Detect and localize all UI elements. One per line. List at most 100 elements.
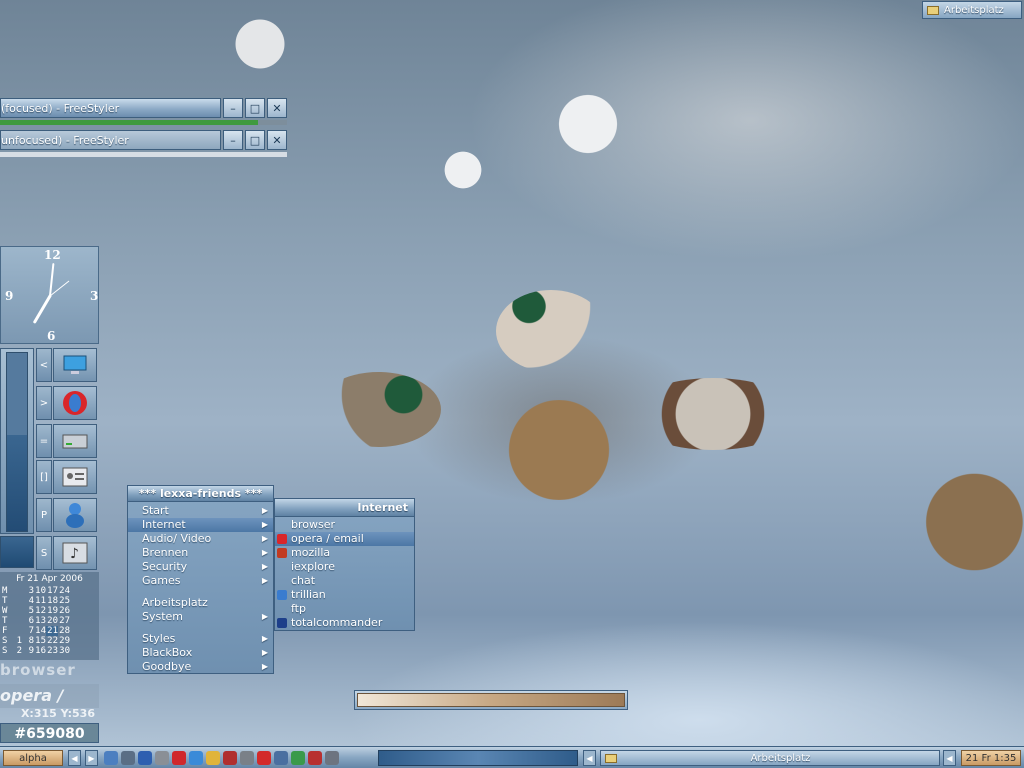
internet-menu-item[interactable]: totalcommander <box>275 616 414 630</box>
calendar-date[interactable]: 4 <box>22 596 34 606</box>
close-button[interactable]: ✕ <box>267 130 287 150</box>
calendar-date[interactable]: 21 <box>46 626 58 636</box>
workspace-label[interactable]: alpha <box>3 750 63 766</box>
calendar-date[interactable]: 25 <box>58 596 70 606</box>
start-menu-item[interactable]: Audio/ Video ▶ <box>128 532 273 546</box>
internet-menu-item[interactable]: ftp <box>275 602 414 616</box>
start-menu-item[interactable]: BlackBox ▶ <box>128 646 273 660</box>
start-menu-item[interactable]: Start ▶ <box>128 504 273 518</box>
calendar-date[interactable]: 24 <box>58 586 70 596</box>
color-hex-readout[interactable]: #659080 <box>0 723 99 743</box>
arbeitsplatz-desktop-button[interactable]: Arbeitsplatz <box>922 1 1022 19</box>
messenger-icon[interactable] <box>53 498 97 532</box>
dock-button-forward[interactable]: > <box>36 386 52 420</box>
calendar-date[interactable] <box>10 586 22 596</box>
calendar-date[interactable]: 29 <box>58 636 70 646</box>
start-menu-item[interactable]: Goodbye ▶ <box>128 660 273 674</box>
dock-button-p[interactable]: P <box>36 498 52 532</box>
contact-card-icon[interactable] <box>53 460 97 494</box>
internet-menu-item[interactable]: opera / email <box>275 532 414 546</box>
calendar-date[interactable]: 1 <box>10 636 22 646</box>
calendar-date[interactable]: 26 <box>58 606 70 616</box>
speaker-icon[interactable] <box>121 751 135 765</box>
maximize-button[interactable]: □ <box>245 98 265 118</box>
pencil-icon[interactable] <box>206 751 220 765</box>
calendar-date[interactable]: 17 <box>46 586 58 596</box>
workspace-next-button[interactable]: ▶ <box>85 750 98 766</box>
lifebuoy-icon[interactable] <box>223 751 237 765</box>
task-prev-button[interactable]: ◀ <box>583 750 596 766</box>
calendar-date[interactable]: 20 <box>46 616 58 626</box>
calendar-date[interactable]: 19 <box>46 606 58 616</box>
network-icon[interactable] <box>291 751 305 765</box>
internet-menu-item[interactable]: browser <box>275 518 414 532</box>
calendar-date[interactable]: 22 <box>46 636 58 646</box>
minimize-button[interactable]: – <box>223 98 243 118</box>
dock-button-equal[interactable]: = <box>36 424 52 458</box>
shield-icon[interactable] <box>104 751 118 765</box>
dock-button-back[interactable]: < <box>36 348 52 382</box>
calendar-date[interactable]: 15 <box>34 636 46 646</box>
dock-button-s[interactable]: S <box>36 536 52 570</box>
music-icon[interactable]: ♪ <box>53 536 97 570</box>
calendar-date[interactable]: 16 <box>34 646 46 656</box>
calendar-date[interactable]: 7 <box>22 626 34 636</box>
calendar-date[interactable]: 11 <box>34 596 46 606</box>
task-next-button[interactable]: ◀ <box>943 750 956 766</box>
calendar-date[interactable]: 10 <box>34 586 46 596</box>
internet-menu-item[interactable]: mozilla <box>275 546 414 560</box>
maximize-button[interactable]: □ <box>245 130 265 150</box>
start-menu-item[interactable]: System ▶ <box>128 610 273 624</box>
calendar-date[interactable]: 6 <box>22 616 34 626</box>
tool-icon[interactable] <box>155 751 169 765</box>
calendar-date[interactable]: 30 <box>58 646 70 656</box>
calendar-date[interactable] <box>10 616 22 626</box>
calendar-date[interactable]: 13 <box>34 616 46 626</box>
calendar-date[interactable]: 27 <box>58 616 70 626</box>
start-menu-item[interactable]: Brennen ▶ <box>128 546 273 560</box>
calendar-date[interactable] <box>10 606 22 616</box>
signal-icon[interactable] <box>138 751 152 765</box>
start-menu-item[interactable]: Security ▶ <box>128 560 273 574</box>
calendar-date[interactable] <box>10 596 22 606</box>
internet-menu-item[interactable]: trillian <box>275 588 414 602</box>
globe-icon[interactable] <box>189 751 203 765</box>
calendar-date[interactable]: 3 <box>22 586 34 596</box>
window-titlebar-focused[interactable]: (focused) - FreeStyler – □ ✕ <box>0 97 287 119</box>
close-button[interactable]: ✕ <box>267 98 287 118</box>
calendar-date[interactable]: 23 <box>46 646 58 656</box>
settings-icon[interactable] <box>325 751 339 765</box>
disc-icon[interactable] <box>257 751 271 765</box>
workspace-prev-button[interactable]: ◀ <box>68 750 81 766</box>
internet-menu-item[interactable]: chat <box>275 574 414 588</box>
internet-menu-item[interactable]: iexplore <box>275 560 414 574</box>
opera-icon[interactable] <box>53 386 97 420</box>
gear-icon[interactable] <box>240 751 254 765</box>
close-icon[interactable] <box>308 751 322 765</box>
calendar-date[interactable]: 8 <box>22 636 34 646</box>
calendar-date[interactable]: 9 <box>22 646 34 656</box>
monitor-icon[interactable] <box>274 751 288 765</box>
taskbar-active-slot[interactable] <box>378 750 578 766</box>
start-menu-item[interactable]: Internet ▶ <box>128 518 273 532</box>
calendar-date[interactable]: 12 <box>34 606 46 616</box>
dock-button-brackets[interactable]: [] <box>36 460 52 494</box>
red-logo-icon[interactable] <box>172 751 186 765</box>
taskbar-clock[interactable]: 21 Fr 1:35 <box>961 750 1021 766</box>
calendar-date[interactable]: 5 <box>22 606 34 616</box>
drive-icon[interactable] <box>53 424 97 458</box>
start-menu-item[interactable]: Arbeitsplatz <box>128 596 273 610</box>
start-menu-item[interactable]: Styles ▶ <box>128 632 273 646</box>
calendar-date[interactable] <box>10 626 22 636</box>
window-titlebar-unfocused[interactable]: unfocused) - FreeStyler – □ ✕ <box>0 129 287 151</box>
calendar-date[interactable]: 14 <box>34 626 46 636</box>
volume-slider[interactable] <box>0 348 34 534</box>
volume-track[interactable] <box>6 352 28 532</box>
calendar-date[interactable]: 18 <box>46 596 58 606</box>
calendar-date[interactable]: 2 <box>10 646 22 656</box>
calendar-date[interactable]: 28 <box>58 626 70 636</box>
task-arbeitsplatz[interactable]: Arbeitsplatz <box>600 750 940 766</box>
start-menu-item[interactable]: Games ▶ <box>128 574 273 588</box>
minimize-button[interactable]: – <box>223 130 243 150</box>
color-swatch[interactable] <box>0 536 34 568</box>
